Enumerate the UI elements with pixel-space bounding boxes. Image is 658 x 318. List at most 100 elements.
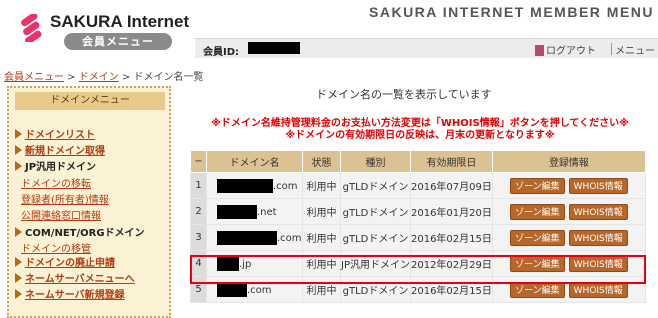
arrow-icon (15, 227, 22, 237)
status: 利用中 (302, 172, 341, 199)
expiry-date: 2012年02月29日 (409, 250, 493, 277)
domain-name: .com (206, 172, 303, 199)
member-id-label: 会員ID: (203, 47, 240, 58)
sidebar-item-registrant-info[interactable]: 登録者(所有者)情報 (21, 191, 109, 206)
whois-button[interactable]: WHOIS情報 (568, 281, 628, 298)
menu-link[interactable]: メニュー (615, 42, 655, 57)
breadcrumb-separator: > (64, 72, 79, 83)
sidebar-item-jp-domain: JP汎用ドメイン (15, 158, 96, 173)
table-row: 3 .com 利用中 gTLDドメイン 2016年02月15日 ゾーン編集 WHO… (190, 224, 647, 251)
domain-type: JP汎用ドメイン (340, 250, 411, 277)
domain-redacted (217, 204, 257, 219)
expiry-date: 2016年07月09日 (409, 172, 493, 199)
page-title: ドメイン名の一覧を表示しています (316, 88, 492, 101)
arrow-icon (15, 273, 22, 283)
domain-redacted (217, 230, 277, 245)
domain-type: gTLDドメイン (340, 172, 411, 199)
status: 利用中 (302, 250, 341, 277)
zone-edit-button[interactable]: ゾーン編集 (510, 203, 565, 220)
status: 利用中 (302, 224, 341, 251)
row-number: 5 (190, 276, 207, 303)
domain-type: gTLDドメイン (340, 198, 411, 225)
header-separator (611, 43, 612, 55)
status: 利用中 (302, 276, 341, 303)
domain-table: − ドメイン名 状態 種別 有効期限日 登録情報 1 .com 利用中 gTLD… (190, 150, 647, 303)
whois-button[interactable]: WHOIS情報 (568, 203, 628, 220)
domain-redacted (217, 282, 247, 297)
whois-button[interactable]: WHOIS情報 (568, 177, 628, 194)
logout-link[interactable]: ログアウト (535, 42, 596, 57)
domain-name: .com (206, 224, 303, 251)
table-row: 1 .com 利用中 gTLDドメイン 2016年07月09日 ゾーン編集 WHO… (190, 172, 647, 199)
arrow-icon (15, 257, 22, 267)
domain-type: gTLDドメイン (340, 276, 411, 303)
expiry-note: ※ドメインの有効期限日の反映は、月末の更新となります※ (285, 130, 555, 141)
sidebar-item-domain-transfer[interactable]: ドメインの移転 (21, 175, 91, 190)
domain-name: .com (206, 276, 303, 303)
sidebar-item-new-domain[interactable]: 新規ドメイン取得 (15, 142, 105, 157)
sidebar-item-domain-move[interactable]: ドメインの移管 (21, 240, 91, 255)
header-bar: 会員ID: ログアウト メニュー (195, 38, 658, 58)
expiry-date: 2016年01月20日 (409, 198, 493, 225)
domain-name: .net (206, 198, 303, 225)
status: 利用中 (302, 198, 341, 225)
arrow-icon (15, 289, 22, 299)
arrow-icon (15, 161, 22, 171)
header: SAKURA Internet 会員メニュー SAKURA INTERNET M… (0, 0, 658, 60)
row-number: 4 (190, 250, 207, 277)
whois-button[interactable]: WHOIS情報 (568, 255, 628, 272)
member-id-redacted (248, 42, 300, 54)
sidebar-item-com-net-org: COM/NET/ORGドメイン (15, 224, 145, 239)
table-header-row: − ドメイン名 状態 種別 有効期限日 登録情報 (190, 150, 647, 173)
table-row: 5 .com 利用中 gTLDドメイン 2016年02月15日 ゾーン編集 WHO… (190, 276, 647, 303)
domain-redacted (217, 256, 239, 271)
zone-edit-button[interactable]: ゾーン編集 (510, 177, 565, 194)
registration-actions: ゾーン編集 WHOIS情報 (491, 276, 647, 303)
table-row: 4 .jp 利用中 JP汎用ドメイン 2012年02月29日 ゾーン編集 WHOI… (190, 250, 647, 277)
col-header-type: 種別 (340, 150, 411, 173)
breadcrumb-separator: > (118, 72, 134, 83)
breadcrumb-domain[interactable]: ドメイン (79, 72, 119, 83)
breadcrumb: 会員メニュー > ドメイン > ドメイン名一覧 (4, 68, 204, 83)
domain-redacted (217, 178, 273, 193)
table-row: 2 .net 利用中 gTLDドメイン 2016年01月20日 ゾーン編集 WHO… (190, 198, 647, 225)
col-header-domain: ドメイン名 (206, 150, 303, 173)
logo-title: SAKURA Internet (50, 12, 190, 31)
col-header-expiry: 有効期限日 (409, 150, 493, 173)
registration-actions: ゾーン編集 WHOIS情報 (491, 224, 647, 251)
sidebar-item-nameserver-menu[interactable]: ネームサーバメニューへ (15, 270, 135, 285)
col-header-num: − (190, 150, 207, 173)
domain-type: gTLDドメイン (340, 224, 411, 251)
registration-actions: ゾーン編集 WHOIS情報 (491, 198, 647, 225)
arrow-icon (15, 145, 22, 155)
row-number: 3 (190, 224, 207, 251)
arrow-icon (15, 129, 22, 139)
expiry-date: 2016年02月15日 (409, 224, 493, 251)
sidebar-heading: ドメインメニュー (15, 92, 165, 110)
domain-name: .jp (206, 250, 303, 277)
logo-subtitle: 会員メニュー (64, 33, 172, 50)
sidebar-item-domain-list[interactable]: ドメインリスト (15, 126, 95, 141)
sidebar-item-domain-cancel[interactable]: ドメインの廃止申請 (15, 254, 115, 269)
registration-actions: ゾーン編集 WHOIS情報 (491, 172, 647, 199)
breadcrumb-current: ドメイン名一覧 (133, 72, 204, 83)
sidebar: ドメインメニュー ドメインリスト 新規ドメイン取得 JP汎用ドメイン ドメインの… (7, 86, 171, 318)
row-number: 1 (190, 172, 207, 199)
col-header-registration: 登録情報 (491, 150, 647, 173)
zone-edit-button[interactable]: ゾーン編集 (510, 281, 565, 298)
row-number: 2 (190, 198, 207, 225)
logout-icon (535, 45, 544, 56)
expiry-date: 2016年02月15日 (409, 276, 493, 303)
sakura-logo-icon (21, 14, 42, 42)
sakura-logo[interactable]: SAKURA Internet 会員メニュー (8, 6, 190, 52)
logout-label: ログアウト (546, 46, 596, 57)
member-menu-title: SAKURA INTERNET MEMBER MENU (369, 4, 654, 20)
col-header-status: 状態 (302, 150, 341, 173)
registration-actions: ゾーン編集 WHOIS情報 (491, 250, 647, 277)
zone-edit-button[interactable]: ゾーン編集 (510, 229, 565, 246)
breadcrumb-member-menu[interactable]: 会員メニュー (4, 72, 64, 83)
whois-button[interactable]: WHOIS情報 (568, 229, 628, 246)
sidebar-item-nameserver-new[interactable]: ネームサーバ新規登録 (15, 286, 125, 301)
sidebar-item-public-contact[interactable]: 公開連絡窓口情報 (21, 207, 101, 222)
zone-edit-button[interactable]: ゾーン編集 (510, 255, 565, 272)
